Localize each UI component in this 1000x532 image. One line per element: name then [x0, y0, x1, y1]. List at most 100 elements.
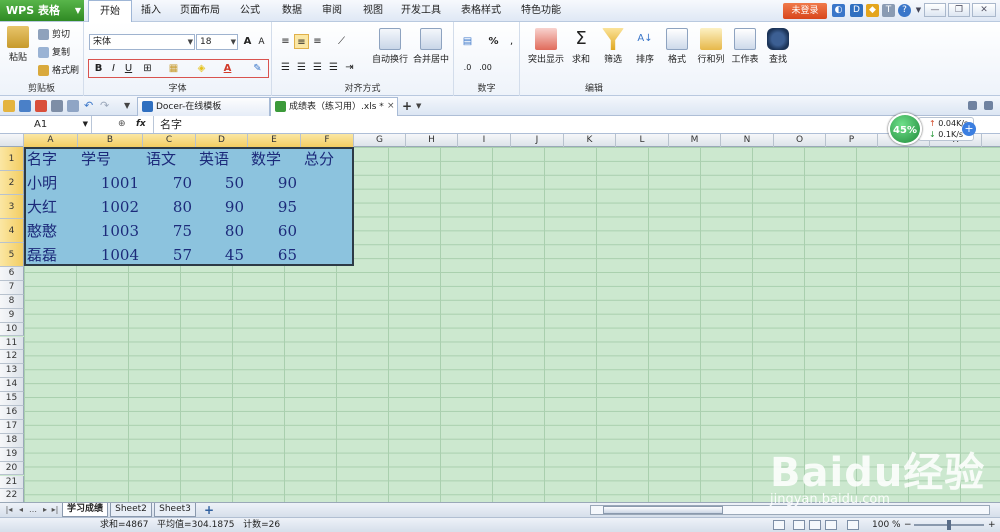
scroll-thumb[interactable]: [603, 506, 723, 514]
table-cell[interactable]: [301, 195, 350, 219]
decrease-decimal-icon[interactable]: .00: [478, 60, 493, 75]
insert-function-button[interactable]: fx: [136, 116, 146, 133]
redo-icon[interactable]: ↷: [100, 100, 112, 112]
table-cell[interactable]: 70: [143, 171, 192, 195]
percent-button[interactable]: %: [486, 34, 501, 49]
tab-page-layout[interactable]: 页面布局: [178, 0, 222, 22]
doc-tab-workbook[interactable]: 成绩表（练习用）.xls *: [270, 97, 398, 116]
align-center-icon[interactable]: ☰: [294, 60, 309, 75]
table-cell[interactable]: 磊磊: [27, 243, 78, 267]
table-cell[interactable]: 75: [143, 219, 192, 243]
column-header-b[interactable]: B: [78, 134, 143, 147]
tab-view[interactable]: 视图: [358, 0, 388, 22]
row-header-8[interactable]: 8: [0, 294, 24, 309]
minimize-button[interactable]: —: [924, 3, 946, 17]
new-tab-icon[interactable]: +: [402, 100, 414, 112]
column-header-k[interactable]: K: [564, 134, 616, 147]
column-header-a[interactable]: A: [24, 134, 78, 147]
next-sheet-icon[interactable]: ▸: [40, 504, 50, 516]
row-header-11[interactable]: 11: [0, 336, 24, 351]
row-header-20[interactable]: 20: [0, 461, 24, 476]
row-header-17[interactable]: 17: [0, 419, 24, 434]
tab-review[interactable]: 审阅: [317, 0, 347, 22]
tab-developer[interactable]: 开发工具: [398, 0, 444, 22]
header-cell[interactable]: 英语: [199, 147, 248, 171]
table-cell[interactable]: 45: [196, 243, 244, 267]
wps-logo-button[interactable]: WPS 表格 ▼: [0, 0, 84, 21]
save-status-icon[interactable]: [773, 520, 785, 530]
close-tab-icon[interactable]: ×: [387, 100, 399, 112]
row-header-6[interactable]: 6: [0, 267, 24, 281]
column-header-e[interactable]: E: [248, 134, 301, 147]
row-header-18[interactable]: 18: [0, 433, 24, 448]
normal-view-icon[interactable]: [793, 520, 805, 530]
column-header-l[interactable]: L: [616, 134, 669, 147]
plus-icon[interactable]: +: [962, 122, 976, 136]
prev-sheet-icon[interactable]: ◂: [16, 504, 26, 516]
row-header-15[interactable]: 15: [0, 392, 24, 406]
row-header-12[interactable]: 12: [0, 350, 24, 365]
font-size-select[interactable]: 18 ▼: [196, 34, 238, 50]
zoom-out-icon[interactable]: −: [904, 518, 912, 532]
row-header-22[interactable]: 22: [0, 489, 24, 502]
login-button[interactable]: 未登录: [783, 3, 827, 19]
header-cell[interactable]: 总分: [304, 147, 354, 171]
column-header-g[interactable]: G: [354, 134, 406, 147]
column-header-n[interactable]: N: [721, 134, 774, 147]
chevron-down-icon[interactable]: ▼: [416, 100, 428, 112]
row-header-4[interactable]: 4: [0, 219, 24, 243]
zoom-in-icon[interactable]: +: [988, 518, 996, 532]
column-header-p[interactable]: P: [826, 134, 878, 147]
page-layout-view-icon[interactable]: [825, 520, 837, 530]
row-header-1[interactable]: 1: [0, 147, 24, 171]
italic-button[interactable]: I: [106, 61, 121, 76]
print-icon[interactable]: [51, 100, 63, 112]
bold-button[interactable]: B: [91, 61, 106, 76]
table-cell[interactable]: 1004: [78, 243, 139, 267]
row-header-3[interactable]: 3: [0, 195, 24, 219]
worksheet-button[interactable]: 工作表: [730, 28, 760, 65]
zoom-slider-thumb[interactable]: [947, 520, 951, 530]
font-color-icon[interactable]: A: [220, 61, 235, 76]
print-preview-icon[interactable]: [67, 100, 79, 112]
table-cell[interactable]: 80: [143, 195, 192, 219]
border-icon[interactable]: ⊞: [140, 61, 155, 76]
save-icon[interactable]: [19, 100, 31, 112]
zoom-icon[interactable]: ⊕: [118, 116, 126, 133]
find-button[interactable]: 查找: [766, 28, 790, 65]
sum-button[interactable]: Σ 求和: [570, 28, 592, 65]
column-header-m[interactable]: M: [669, 134, 721, 147]
formula-input[interactable]: 名字: [160, 116, 182, 133]
column-header-f[interactable]: F: [301, 134, 354, 147]
table-cell[interactable]: 95: [248, 195, 297, 219]
column-header-h[interactable]: H: [406, 134, 458, 147]
tab-data[interactable]: 数据: [277, 0, 307, 22]
format-painter-button[interactable]: 格式刷: [38, 64, 79, 78]
table-cell[interactable]: [301, 219, 350, 243]
increase-decimal-icon[interactable]: .0: [460, 60, 475, 75]
justify-icon[interactable]: ☰: [326, 60, 341, 75]
tab-insert[interactable]: 插入: [136, 0, 166, 22]
align-middle-icon[interactable]: ≡: [294, 34, 309, 49]
restore-doc-icon[interactable]: [968, 101, 977, 110]
table-cell[interactable]: 80: [196, 219, 244, 243]
rows-columns-button[interactable]: 行和列: [696, 28, 726, 65]
sheet-tab-1[interactable]: 学习成绩: [62, 503, 108, 517]
add-sheet-icon[interactable]: +: [204, 504, 214, 516]
tab-home[interactable]: 开始: [88, 0, 132, 23]
format-button[interactable]: 格式: [666, 28, 688, 65]
docs-icon[interactable]: D: [850, 4, 863, 17]
reading-mode-icon[interactable]: [847, 520, 859, 530]
table-cell[interactable]: 60: [248, 219, 297, 243]
row-header-14[interactable]: 14: [0, 378, 24, 393]
paste-button[interactable]: 粘贴: [4, 26, 32, 63]
copy-button[interactable]: 复制: [38, 46, 70, 60]
shrink-font-button[interactable]: A: [254, 35, 269, 50]
indent-icon[interactable]: ⇥: [342, 60, 357, 75]
row-header-2[interactable]: 2: [0, 171, 24, 195]
open-icon[interactable]: [3, 100, 15, 112]
clear-format-icon[interactable]: ✎: [250, 61, 265, 76]
table-cell[interactable]: [301, 243, 350, 267]
row-header-21[interactable]: 21: [0, 475, 24, 490]
row-header-13[interactable]: 13: [0, 364, 24, 379]
